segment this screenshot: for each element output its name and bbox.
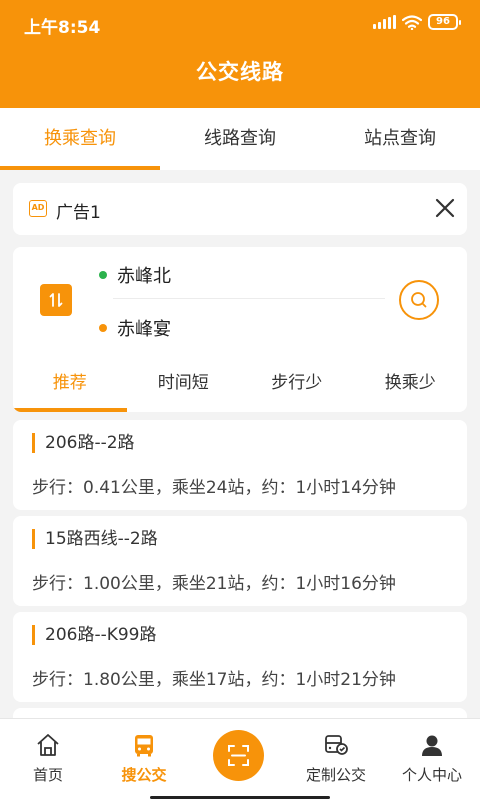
page-title: 公交线路: [196, 60, 284, 84]
route-info: 步行：1.00公里，乘坐21站，约：1小时16分钟: [32, 574, 396, 594]
nav-profile-label: 个人中心: [401, 766, 462, 784]
ad-banner[interactable]: AD 广告1: [13, 183, 467, 235]
home-icon: [37, 734, 59, 756]
nav-home-label: 首页: [32, 766, 63, 784]
status-icons: 96: [373, 14, 461, 30]
nav-custom-bus-label: 定制公交: [305, 766, 366, 784]
origin-dot-icon: [99, 271, 107, 279]
route-result-card[interactable]: 206路--2路 步行：0.41公里，乘坐24站，约：1小时14分钟: [13, 420, 467, 510]
status-bar: 上午8:54 96: [0, 0, 480, 46]
route-result-card[interactable]: 15路西线--2路 步行：1.00公里，乘坐21站，约：1小时16分钟: [13, 516, 467, 606]
custom-bus-icon: [325, 735, 348, 755]
destination-dot-icon: [99, 324, 107, 332]
scan-icon: [228, 745, 249, 766]
divider: [113, 298, 385, 299]
tab-recommended[interactable]: 推荐: [13, 359, 127, 412]
route-name: 206路--K99路: [32, 625, 157, 645]
destination-field[interactable]: 赤峰宴: [99, 315, 171, 341]
wifi-icon: [402, 14, 422, 30]
home-indicator: [150, 796, 330, 799]
tab-fewest-transfers[interactable]: 换乘少: [354, 359, 468, 412]
close-icon[interactable]: [433, 196, 457, 220]
origin-stop: 赤峰北: [117, 266, 171, 287]
tab-line-query[interactable]: 线路查询: [160, 108, 320, 170]
header: 上午8:54 96 公交线路: [0, 0, 480, 108]
nav-search-bus-label: 搜公交: [121, 766, 167, 784]
tab-transfer-query[interactable]: 换乘查询: [0, 108, 160, 170]
route-info: 步行：0.41公里，乘坐24站，约：1小时14分钟: [32, 478, 396, 498]
swap-button[interactable]: [40, 284, 72, 316]
nav-home[interactable]: 首页: [0, 719, 96, 800]
origin-field[interactable]: 赤峰北: [99, 262, 171, 288]
search-icon: [411, 292, 427, 308]
query-tabs: 换乘查询 线路查询 站点查询: [0, 108, 480, 170]
route-name: 206路--2路: [32, 433, 135, 453]
destination-stop: 赤峰宴: [117, 319, 171, 340]
bottom-nav: 首页 搜公交 定制公交 个人中心: [0, 718, 480, 800]
ad-badge-icon: AD: [29, 200, 47, 217]
battery-icon: 96: [428, 14, 461, 30]
route-search-card: 赤峰北 赤峰宴 推荐 时间短 步行少 换乘少: [13, 247, 467, 412]
tab-least-walking[interactable]: 步行少: [240, 359, 354, 412]
tab-shortest-time[interactable]: 时间短: [127, 359, 241, 412]
route-name: 15路西线--2路: [32, 529, 158, 549]
nav-profile[interactable]: 个人中心: [384, 719, 480, 800]
signal-icon: [373, 15, 396, 29]
sort-tabs: 推荐 时间短 步行少 换乘少: [13, 359, 467, 412]
swap-icon: [49, 293, 63, 307]
scan-button[interactable]: [213, 730, 264, 781]
ad-text: 广告1: [56, 203, 101, 223]
route-result-card[interactable]: 206路--K99路 步行：1.80公里，乘坐17站，约：1小时21分钟: [13, 612, 467, 702]
status-time: 上午8:54: [24, 18, 101, 38]
bus-icon: [135, 735, 153, 757]
user-icon: [422, 735, 442, 756]
tab-stop-query[interactable]: 站点查询: [320, 108, 480, 170]
route-info: 步行：1.80公里，乘坐17站，约：1小时21分钟: [32, 670, 396, 690]
search-button[interactable]: [399, 280, 439, 320]
nav-search-bus[interactable]: 搜公交: [96, 719, 192, 800]
nav-custom-bus[interactable]: 定制公交: [288, 719, 384, 800]
